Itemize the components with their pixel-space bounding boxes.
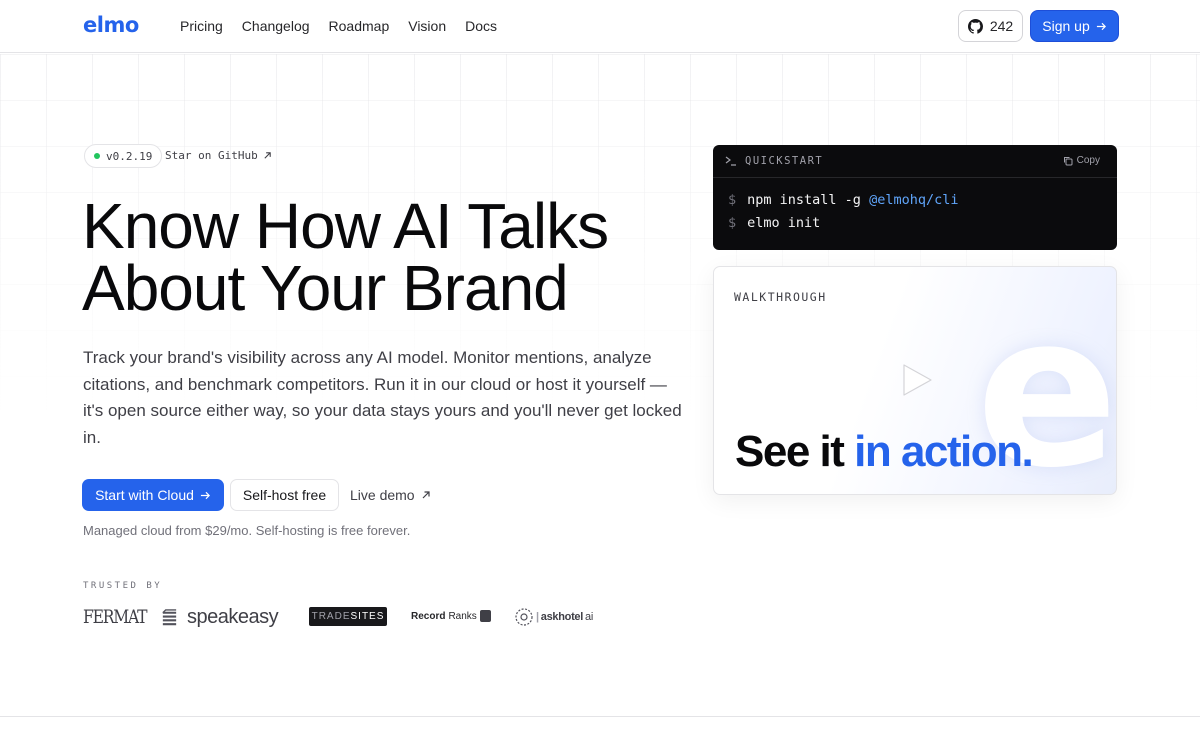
walkthrough-caption: See it in action.	[735, 427, 1034, 477]
prompt-symbol: $	[728, 192, 737, 208]
github-icon	[967, 18, 983, 34]
copy-button[interactable]: Copy	[1063, 155, 1100, 166]
main-nav: Pricing Changelog Roadmap Vision Docs	[180, 18, 497, 34]
command-init: elmo init	[747, 215, 821, 231]
walkthrough-label: WALKTHROUGH	[734, 290, 827, 304]
terminal-header: QUICKSTART Copy	[713, 145, 1117, 178]
walkthrough-video-card[interactable]: e WALKTHROUGH See it in action.	[713, 266, 1117, 495]
github-star-count: 242	[989, 18, 1014, 34]
version-badge[interactable]: v0.2.19	[84, 144, 163, 168]
askhotel-divider: |	[536, 611, 539, 623]
section-divider	[0, 716, 1200, 717]
trusted-by-label: TRUSTED BY	[83, 581, 163, 591]
hero-title-line1: Know How AI Talks	[82, 190, 609, 262]
askhotel-wordmark: askhotel	[540, 611, 584, 623]
pricing-note: Managed cloud from $29/mo. Self-hosting …	[83, 523, 411, 538]
signup-button[interactable]: Sign up	[1030, 10, 1119, 42]
signup-label: Sign up	[1042, 18, 1090, 34]
tradesites-part1: TRADE	[311, 611, 351, 622]
recordranks-part1: Record	[411, 610, 446, 622]
fermat-logo: FERMAT	[83, 606, 148, 628]
speakeasy-mark-icon	[162, 609, 177, 626]
live-demo-label: Live demo	[350, 487, 415, 503]
self-host-free-button[interactable]: Self-host free	[230, 479, 339, 511]
star-on-github-link[interactable]: Star on GitHub	[165, 149, 272, 162]
recordranks-logo: Record Ranks	[411, 610, 491, 622]
askhotel-ai: ai	[585, 611, 593, 623]
arrow-right-icon	[200, 491, 210, 499]
status-dot	[94, 153, 100, 159]
hero-description: Track your brand's visibility across any…	[83, 348, 682, 447]
command-text: npm install -g @elmohq/cli	[747, 192, 958, 215]
terminal-icon	[725, 156, 736, 166]
tradesites-part2: SITES	[350, 611, 385, 622]
self-host-label: Self-host free	[242, 487, 327, 503]
brand-logo[interactable]: elmo	[83, 13, 139, 37]
tradesites-logo: TRADE SITES	[309, 607, 387, 626]
recordranks-badge-icon	[479, 610, 491, 622]
arrow-right-icon	[1096, 22, 1106, 30]
terminal-title: QUICKSTART	[725, 155, 823, 167]
package-name: @elmohq/cli	[869, 192, 959, 208]
hero-title-line2: About Your Brand	[82, 252, 569, 324]
copy-icon	[1063, 156, 1073, 165]
askhotel-mark-icon	[515, 608, 533, 626]
command-line-1: $ npm install -g @elmohq/cli	[728, 192, 1117, 215]
quickstart-terminal: QUICKSTART Copy $ npm install -g @elmohq…	[713, 145, 1117, 250]
nav-roadmap[interactable]: Roadmap	[329, 18, 390, 34]
star-link-label: Star on GitHub	[165, 149, 258, 162]
caption-in-action: in action.	[854, 427, 1034, 476]
speakeasy-logo: speakeasy	[160, 606, 279, 629]
top-navbar: elmo Pricing Changelog Roadmap Vision Do…	[0, 0, 1200, 53]
prompt-symbol: $	[728, 215, 737, 231]
recordranks-part2: Ranks	[448, 610, 477, 622]
play-icon[interactable]	[900, 363, 934, 397]
start-with-cloud-button[interactable]: Start with Cloud	[82, 479, 224, 511]
external-arrow-icon	[264, 152, 271, 159]
terminal-body: $ npm install -g @elmohq/cli $ elmo init	[713, 178, 1117, 238]
copy-label: Copy	[1076, 155, 1100, 166]
github-stars-button[interactable]: 242	[958, 10, 1023, 42]
command-line-2: $ elmo init	[728, 215, 1117, 238]
live-demo-link[interactable]: Live demo	[350, 487, 431, 503]
hero-title: Know How AI Talks About Your Brand	[82, 190, 682, 324]
start-with-cloud-label: Start with Cloud	[95, 487, 194, 503]
external-arrow-icon	[422, 491, 430, 499]
nav-changelog[interactable]: Changelog	[242, 18, 310, 34]
speakeasy-wordmark: speakeasy	[187, 606, 279, 628]
askhotel-logo: | askhotel ai	[514, 607, 593, 627]
nav-docs[interactable]: Docs	[465, 18, 497, 34]
quickstart-label: QUICKSTART	[745, 155, 824, 167]
nav-pricing[interactable]: Pricing	[180, 18, 223, 34]
version-text: v0.2.19	[106, 149, 153, 163]
caption-see-it: See it	[735, 427, 845, 476]
command-install: npm install -g	[747, 192, 861, 208]
nav-vision[interactable]: Vision	[408, 18, 446, 34]
